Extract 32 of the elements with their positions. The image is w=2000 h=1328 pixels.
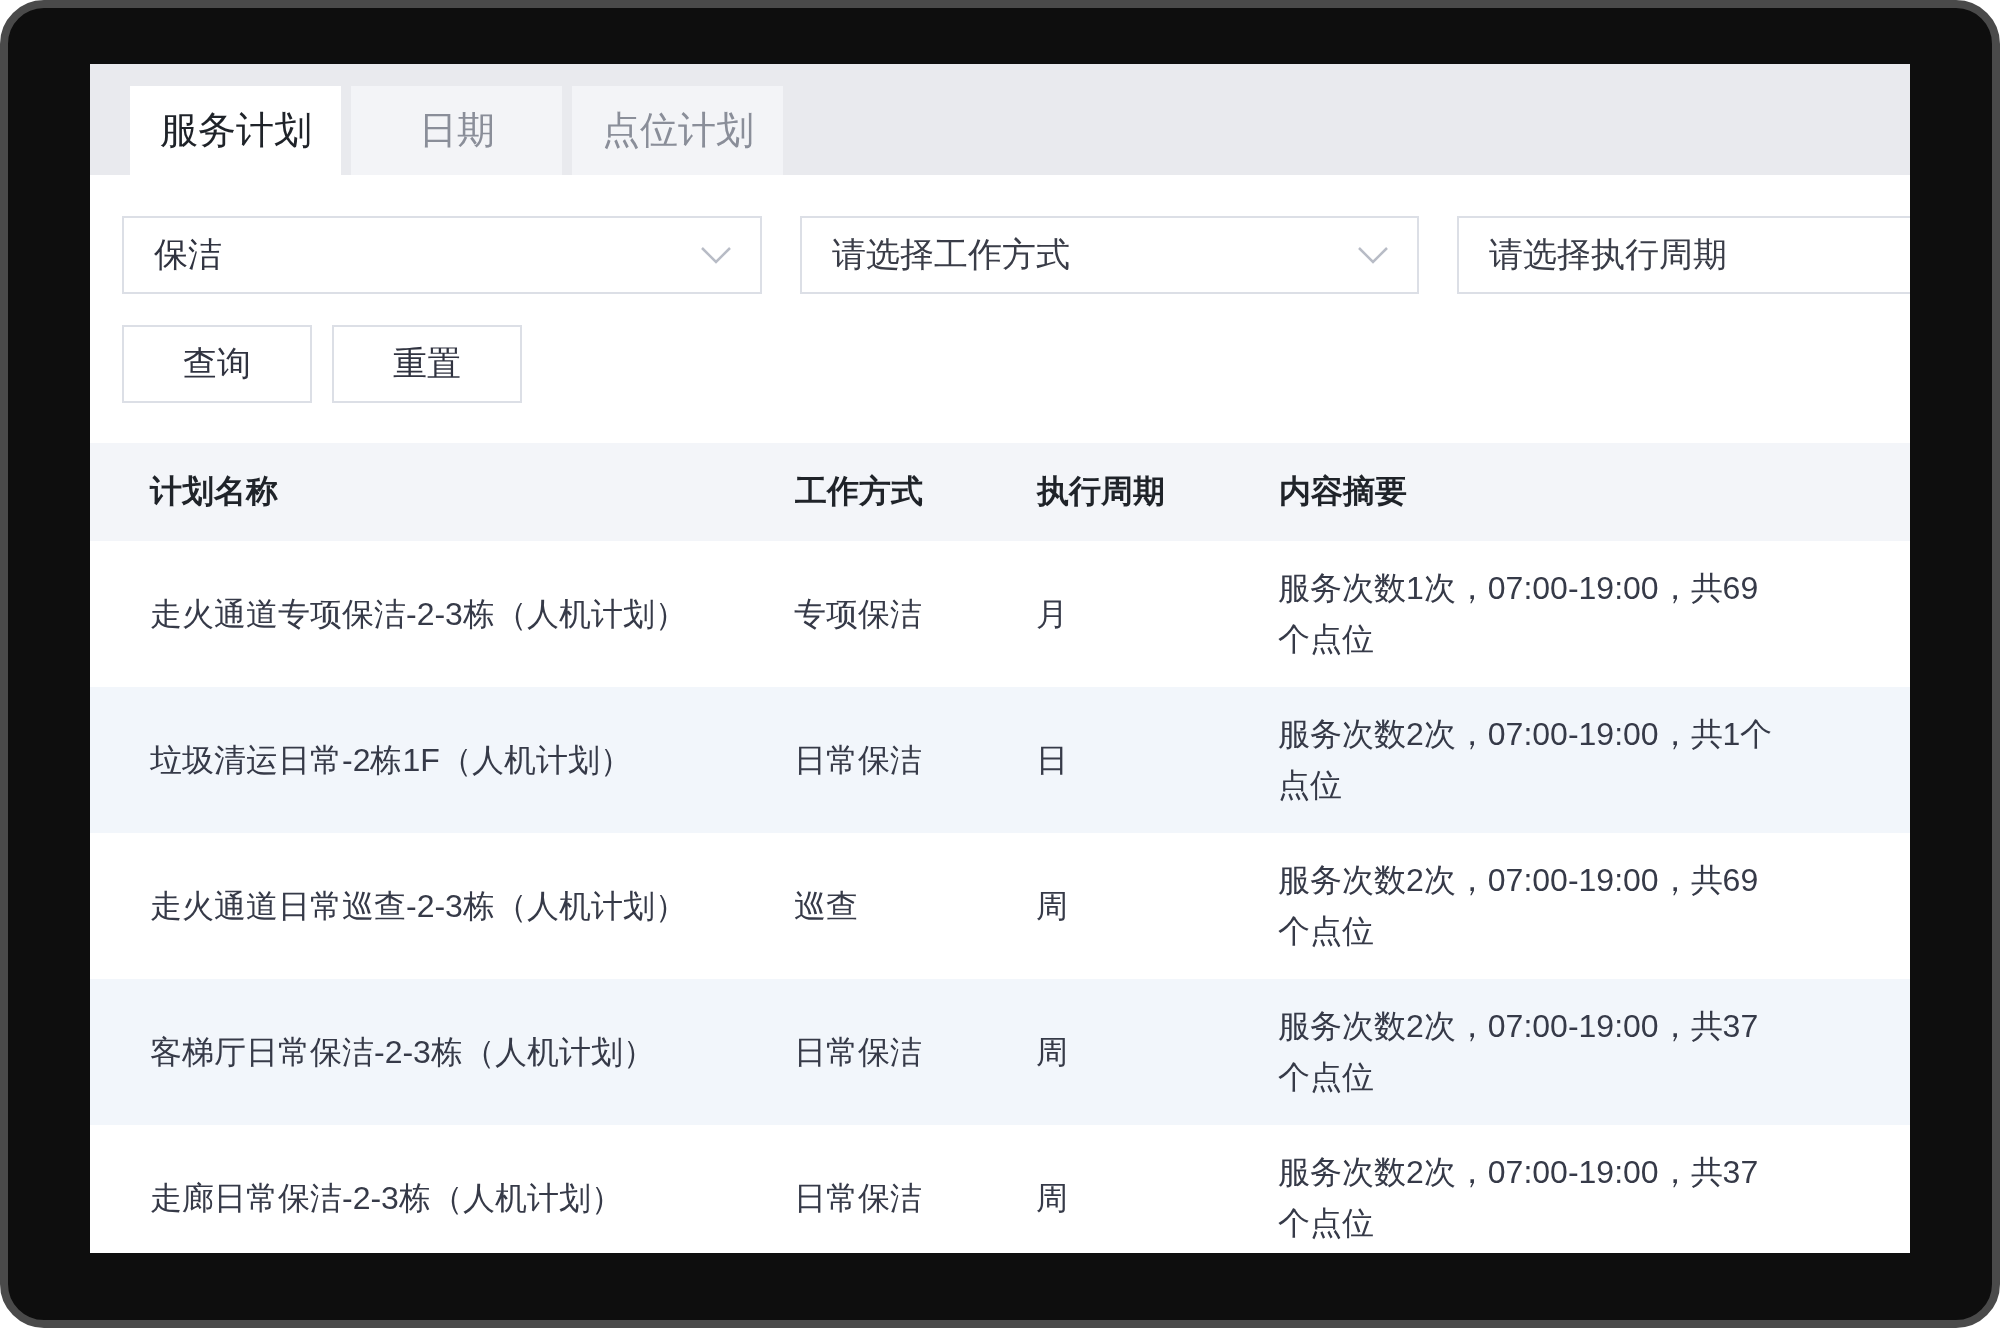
table-cell: 日常保洁 [794,687,1036,833]
chevron-down-icon [700,246,732,264]
table-cell: 走火通道日常巡查-2-3栋（人机计划） [90,833,794,979]
table-cell: 周 [1036,1125,1278,1253]
table-cell: 服务次数1次，07:00-19:00，共69个点位 [1278,541,1910,687]
column-header: 计划名称 [90,443,794,541]
table-cell: 周 [1036,979,1278,1125]
table-cell: 日常保洁 [794,1125,1036,1253]
select-field[interactable]: 请选择工作方式 [800,216,1419,294]
select-field[interactable]: 保洁 [122,216,762,294]
tab[interactable]: 服务计划 [130,86,341,175]
action-button[interactable]: 重置 [332,325,522,403]
chevron-down-icon [1357,246,1389,264]
table-cell: 客梯厅日常保洁-2-3栋（人机计划） [90,979,794,1125]
table-cell: 日常保洁 [794,979,1036,1125]
table-cell: 服务次数2次，07:00-19:00，共1个点位 [1278,687,1910,833]
table-cell: 服务次数2次，07:00-19:00，共37个点位 [1278,1125,1910,1253]
column-header: 内容摘要 [1278,443,1910,541]
table-cell: 日 [1036,687,1278,833]
column-header: 工作方式 [794,443,1036,541]
table-cell: 走廊日常保洁-2-3栋（人机计划） [90,1125,794,1253]
table-cell: 月 [1036,541,1278,687]
table-cell: 周 [1036,833,1278,979]
select-field[interactable]: 请选择执行周期 [1457,216,1910,294]
table-cell: 巡查 [794,833,1036,979]
table-cell: 服务次数2次，07:00-19:00，共69个点位 [1278,833,1910,979]
table-cell: 垃圾清运日常-2栋1F（人机计划） [90,687,794,833]
table-cell: 走火通道专项保洁-2-3栋（人机计划） [90,541,794,687]
column-header: 执行周期 [1036,443,1278,541]
table-cell: 专项保洁 [794,541,1036,687]
table-cell: 服务次数2次，07:00-19:00，共37个点位 [1278,979,1910,1125]
action-button[interactable]: 查询 [122,325,312,403]
